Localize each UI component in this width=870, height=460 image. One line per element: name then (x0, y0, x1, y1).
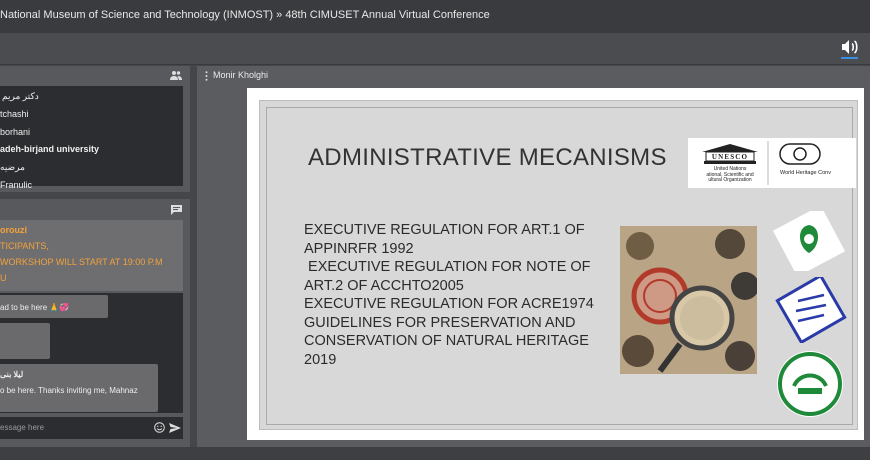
unesco-name: UNESCO (711, 153, 749, 161)
slide-line: GUIDELINES FOR PRESERVATION AND (304, 314, 576, 331)
speaker-icon[interactable] (840, 39, 858, 55)
users-list: دکتر مریم tchashi borhani adeh-birjand u… (0, 86, 183, 190)
users-panel-header (0, 66, 190, 86)
chat-composer[interactable]: essage here (0, 417, 183, 439)
user-item[interactable]: borhani (0, 127, 30, 137)
message-author: لیلا بنی (0, 370, 24, 379)
audio-active-indicator (841, 57, 858, 59)
announcement-line: U (0, 273, 7, 283)
bottom-bar (0, 447, 870, 460)
unesco-org-line: ultural Organization (708, 177, 752, 184)
slide-line: EXECUTIVE REGULATION FOR ACRE1974 (304, 296, 594, 312)
stamps-photo (620, 226, 757, 374)
send-icon[interactable] (169, 423, 181, 433)
chat-announcement: orouzi TICIPANTS, WORKSHOP WILL START AT… (0, 220, 183, 291)
slide-line: APPINRFR 1992 (304, 240, 414, 257)
presentation-stage: Monir Kholghi ADMINISTRATIVE MECANISMS U… (197, 66, 870, 447)
heritage-org-green-logo (772, 211, 846, 271)
chat-message (0, 323, 50, 359)
user-item[interactable]: مرضیه (0, 162, 25, 173)
announcement-line: WORKSHOP WILL START AT 19:00 P.M (0, 257, 163, 267)
slide-line: ART.2 OF ACCHTO2005 (304, 277, 464, 294)
slide-line: EXECUTIVE REGULATION FOR ART.1 OF (304, 222, 585, 238)
announcement-line: TICIPANTS, (0, 241, 49, 251)
presenter-name: Monir Kholghi (213, 70, 269, 80)
message-text: ad to be here 🙏💞 (0, 303, 70, 312)
slide-line: CONSERVATION OF NATURAL HERITAGE (304, 333, 589, 349)
breadcrumb[interactable]: National Museum of Science and Technolog… (0, 9, 490, 21)
users-icon[interactable] (170, 70, 182, 80)
world-heritage-text: World Heritage Conv (780, 170, 831, 176)
user-item[interactable]: adeh-birjand university (0, 144, 99, 154)
slide-line: 2019 (304, 351, 337, 368)
agricultural-jihad-logo (777, 351, 843, 417)
more-options-icon[interactable] (205, 71, 208, 81)
users-panel: دکتر مریم tchashi borhani adeh-birjand u… (0, 66, 190, 192)
chat-messages: ad to be here 🙏💞 لیلا بنی o be here. Tha… (0, 293, 183, 413)
user-item[interactable]: Franulic (0, 180, 32, 190)
chat-input[interactable]: essage here (0, 423, 44, 432)
unesco-org-text: United Nations ational, Scientific and u… (702, 166, 758, 184)
toolbar (0, 33, 870, 65)
slide-line: EXECUTIVE REGULATION FOR NOTE OF (304, 259, 591, 275)
unesco-logo: UNESCO United Nations ational, Scientifi… (688, 138, 856, 188)
title-bar: National Museum of Science and Technolog… (0, 0, 870, 33)
slide-content: ADMINISTRATIVE MECANISMS UNESCO United N… (259, 100, 858, 430)
chat-message: ad to be here 🙏💞 (0, 295, 108, 318)
chat-panel: orouzi TICIPANTS, WORKSHOP WILL START AT… (0, 199, 190, 447)
user-item[interactable]: دکتر مریم (2, 91, 39, 102)
user-item[interactable]: tchashi (0, 109, 29, 119)
emoji-icon[interactable] (154, 422, 165, 433)
slide-body: EXECUTIVE REGULATION FOR ART.1 OF APPINR… (304, 221, 624, 369)
chat-message: لیلا بنی o be here. Thanks inviting me, … (0, 364, 158, 412)
message-text: o be here. Thanks inviting me, Mahnaz (0, 386, 138, 395)
chat-icon[interactable] (171, 205, 182, 215)
presentation-slide: ADMINISTRATIVE MECANISMS UNESCO United N… (247, 88, 864, 440)
slide-title: ADMINISTRATIVE MECANISMS (308, 144, 667, 171)
cultural-heritage-ministry-logo (775, 277, 847, 343)
announcement-line: orouzi (0, 225, 27, 235)
